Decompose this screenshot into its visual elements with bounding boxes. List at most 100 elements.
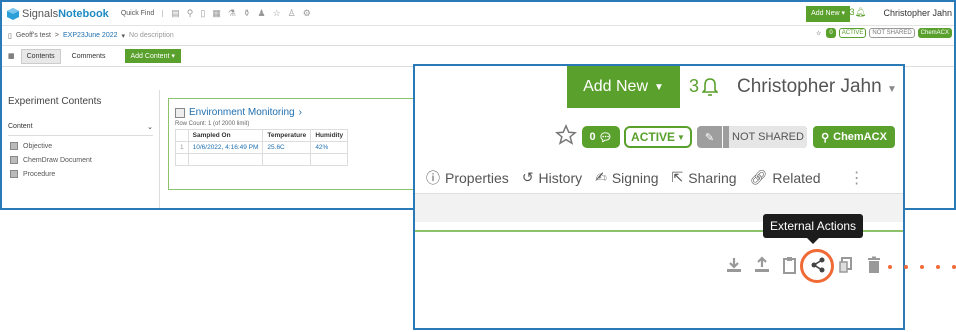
table-cell[interactable] xyxy=(262,153,312,166)
sharing-badge-mini[interactable]: NOT SHARED xyxy=(869,28,915,38)
star-icon[interactable] xyxy=(555,124,577,146)
entity-tabs: ⓘ Properties ↺ History ✍︎ Signing ⇱ Sharing … xyxy=(415,162,903,194)
notifications-mini[interactable]: 3🔔︎ xyxy=(850,7,866,18)
group-icon[interactable]: ♙ xyxy=(288,8,296,19)
clipboard-icon[interactable] xyxy=(779,254,801,276)
tab-history[interactable]: ↺ History xyxy=(522,169,582,186)
tab-comments[interactable]: Comments xyxy=(67,50,111,63)
comment-bubble-icon: 💬︎ xyxy=(598,131,613,144)
table-row[interactable]: 1 10/6/2022, 4:16:49 PM 25.6C 42% xyxy=(175,141,349,154)
comments-badge-mini[interactable]: 0 xyxy=(826,28,836,38)
user-menu[interactable]: Christopher Jahn ▼ xyxy=(737,76,897,98)
tab-label: Sharing xyxy=(688,169,737,186)
bell-icon xyxy=(702,77,719,96)
add-new-button[interactable]: Add New ▼ xyxy=(567,66,680,108)
chevron-down-icon[interactable]: ▾ xyxy=(122,32,126,40)
tab-sharing[interactable]: ⇱ Sharing xyxy=(672,169,737,186)
comments-button[interactable]: 0 💬︎ xyxy=(582,126,620,148)
status-label: ACTIVE xyxy=(631,130,676,144)
table-row-empty[interactable] xyxy=(175,153,349,166)
add-new-button-mini[interactable]: Add New ▾ xyxy=(806,6,850,22)
signature-icon: ✍︎ xyxy=(595,169,607,185)
list-icon[interactable]: ▤ xyxy=(171,8,180,19)
logo-notebook-text: Notebook xyxy=(58,7,109,20)
document-icon[interactable]: ▯ xyxy=(200,8,205,19)
sharing-label: NOT SHARED xyxy=(729,126,807,148)
card-title[interactable]: Environment Monitoring › xyxy=(169,99,437,121)
user-menu-mini[interactable]: Christopher Jahn xyxy=(883,8,952,18)
flask-icon[interactable]: ⚗ xyxy=(228,8,236,19)
upload-icon[interactable] xyxy=(751,254,773,276)
status-badge-mini[interactable]: ACTIVE xyxy=(838,28,867,38)
more-options-icon[interactable]: ⋮ xyxy=(849,168,865,188)
chemdraw-icon xyxy=(10,156,18,164)
breadcrumb-description[interactable]: No description xyxy=(129,32,174,39)
table-cell[interactable]: 25.6C xyxy=(262,141,312,154)
status-dropdown[interactable]: ACTIVE ▼ xyxy=(624,126,692,148)
top-bar: Signals Notebook Quick Find ▤ ⚲ ▯ ▦ ⚗ ⚱ ♟… xyxy=(2,2,954,26)
settings-icon[interactable]: ⚙ xyxy=(303,8,311,19)
dot xyxy=(904,265,908,269)
tab-contents[interactable]: Contents xyxy=(20,48,61,64)
sidebar-heading: Experiment Contents xyxy=(8,96,102,107)
table-cell[interactable] xyxy=(187,153,264,166)
status-row-mini: ☆ 0 ACTIVE NOT SHARED ChemACX xyxy=(814,28,952,38)
callout-connector-dots xyxy=(888,265,956,269)
notebook-icon: ▯ xyxy=(8,32,12,40)
add-content-button[interactable]: Add Content ▾ xyxy=(124,49,181,63)
download-icon[interactable] xyxy=(723,254,745,276)
tab-properties[interactable]: ⓘ Properties xyxy=(426,168,509,188)
tab-label: History xyxy=(538,169,583,186)
chemacx-button-mini[interactable]: ChemACX xyxy=(917,28,952,38)
tab-related[interactable]: 🔗︎ Related xyxy=(750,169,821,186)
sidebar-item-objective[interactable]: Objective xyxy=(2,136,159,150)
breadcrumb: ▯ Geoff's test > EXP23June 2022 ▾ No des… xyxy=(2,27,954,44)
chevron-down-icon: ⌄ xyxy=(147,124,153,131)
tooltip: External Actions xyxy=(763,214,864,244)
breadcrumb-experiment[interactable]: EXP23June 2022 xyxy=(63,32,118,39)
sidebar-item-procedure[interactable]: Procedure xyxy=(2,164,159,178)
table-header-cell[interactable]: Temperature xyxy=(262,129,312,142)
caret-down-icon: ▼ xyxy=(654,81,664,93)
sidebar-item-label: Procedure xyxy=(23,170,56,178)
table-header-cell xyxy=(175,129,189,142)
sidebar-item-label: Objective xyxy=(23,142,53,150)
dot xyxy=(952,265,956,269)
grid-icon[interactable]: ▦ xyxy=(212,8,221,19)
star-icon[interactable]: ☆ xyxy=(814,29,823,38)
chevron-right-icon: › xyxy=(298,107,302,118)
caret-down-icon: ▼ xyxy=(677,132,685,142)
info-icon: ⓘ xyxy=(426,169,440,186)
star-icon[interactable]: ☆ xyxy=(273,8,281,19)
panel-toggle-icon[interactable]: ▦ xyxy=(8,52,15,60)
sharing-badge[interactable]: ✎ NOT SHARED xyxy=(697,126,807,148)
user-icon[interactable]: ♟ xyxy=(257,8,265,19)
tab-label: Properties xyxy=(445,169,509,186)
table-header-cell[interactable]: Sampled On xyxy=(187,129,264,142)
dot xyxy=(888,265,892,269)
notification-count: 3 xyxy=(689,76,700,96)
tab-label: Related xyxy=(772,169,821,186)
text-entry-icon xyxy=(10,170,18,178)
table-cell[interactable] xyxy=(310,153,349,166)
user-name: Christopher Jahn xyxy=(737,76,882,97)
table-cell[interactable]: 10/6/2022, 4:16:49 PM xyxy=(187,141,264,154)
trash-icon[interactable] xyxy=(863,254,885,276)
table-cell: 1 xyxy=(175,141,189,154)
search-icon: ⚲ xyxy=(821,131,830,144)
search-icon[interactable]: ⚲ xyxy=(187,8,194,19)
chemacx-button[interactable]: ⚲ ChemACX xyxy=(813,126,895,148)
tab-signing[interactable]: ✍︎ Signing xyxy=(595,169,658,186)
table-header-cell[interactable]: Humidity xyxy=(310,129,349,142)
copy-icon[interactable] xyxy=(835,254,857,276)
beaker-icon[interactable]: ⚱ xyxy=(243,8,251,19)
tab-label: Signing xyxy=(611,169,659,186)
quick-find-button[interactable]: Quick Find xyxy=(121,10,164,17)
table-cell[interactable]: 42% xyxy=(310,141,349,154)
app-logo[interactable]: Signals Notebook xyxy=(7,7,109,20)
breadcrumb-root[interactable]: Geoff's test xyxy=(16,32,51,39)
notifications-button[interactable]: 3 xyxy=(689,76,719,97)
sidebar-item-chemdraw[interactable]: ChemDraw Document xyxy=(2,150,159,164)
add-new-label: Add New xyxy=(583,78,648,95)
sidebar-group-content[interactable]: Content ⌄ xyxy=(8,119,153,136)
